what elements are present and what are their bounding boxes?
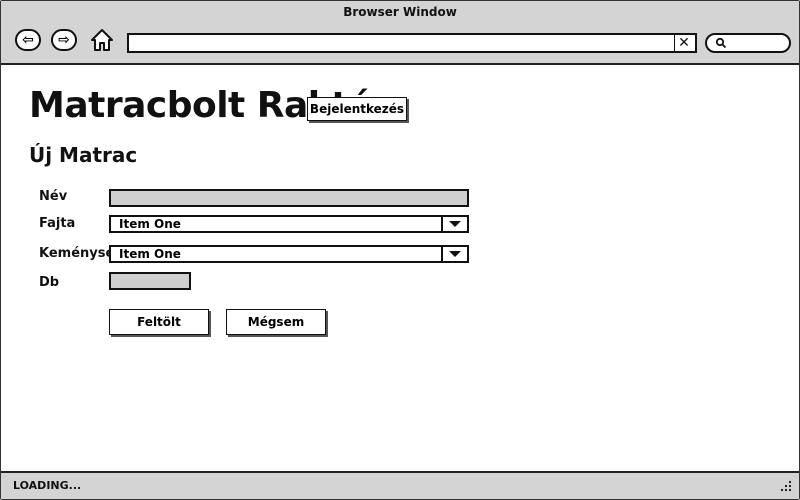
dropdown-arrow-icon bbox=[441, 217, 467, 231]
login-button[interactable]: Bejelentkezés bbox=[307, 97, 407, 121]
clear-url-icon[interactable]: ✕ bbox=[674, 35, 693, 51]
hardness-select[interactable]: Item One bbox=[109, 245, 469, 263]
type-select-value: Item One bbox=[119, 217, 181, 231]
back-button[interactable]: ⇦ bbox=[15, 29, 41, 51]
forward-button[interactable]: ⇨ bbox=[51, 29, 77, 51]
arrow-left-icon: ⇦ bbox=[22, 32, 34, 48]
home-icon bbox=[91, 29, 113, 51]
quantity-input[interactable] bbox=[109, 272, 191, 290]
browser-search-input[interactable] bbox=[705, 33, 791, 53]
resize-grip-icon[interactable] bbox=[779, 479, 793, 493]
arrow-right-icon: ⇨ bbox=[58, 32, 70, 48]
type-label: Fajta bbox=[39, 216, 76, 231]
home-button[interactable] bbox=[89, 27, 115, 53]
browser-titlebar: Browser Window ⇦ ⇨ ✕ bbox=[1, 1, 799, 65]
type-select[interactable]: Item One bbox=[109, 215, 469, 233]
cancel-button[interactable]: Mégsem bbox=[226, 309, 326, 335]
hardness-select-value: Item One bbox=[119, 247, 181, 261]
window-title: Browser Window bbox=[343, 5, 457, 19]
address-bar[interactable]: ✕ bbox=[127, 33, 697, 53]
status-text: LOADING... bbox=[13, 479, 82, 492]
page-content: Matracbolt Raktár Bejelentkezés Új Matra… bbox=[1, 65, 799, 443]
search-icon bbox=[715, 37, 727, 49]
dropdown-arrow-icon bbox=[441, 247, 467, 261]
name-input[interactable] bbox=[109, 189, 469, 207]
browser-window: Browser Window ⇦ ⇨ ✕ Matracbolt Raktár B… bbox=[0, 0, 800, 500]
status-bar: LOADING... bbox=[1, 471, 799, 499]
name-label: Név bbox=[39, 189, 68, 204]
submit-button[interactable]: Feltölt bbox=[109, 309, 209, 335]
form-title: Új Matrac bbox=[29, 143, 138, 167]
quantity-label: Db bbox=[39, 275, 60, 290]
